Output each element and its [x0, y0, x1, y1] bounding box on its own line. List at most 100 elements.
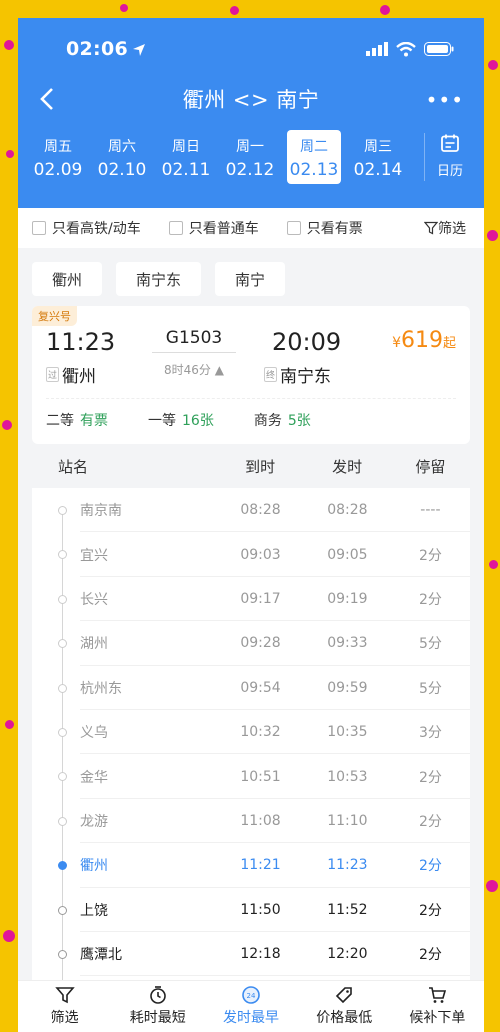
date-tab[interactable]: 周三 02.14 — [346, 130, 410, 184]
depart-time: 11:23 — [46, 328, 116, 356]
filter-high-speed[interactable]: 只看高铁/动车 — [32, 218, 141, 238]
tab-filter[interactable]: 筛选 — [18, 981, 111, 1032]
date-tab-selected[interactable]: 周二 02.13 — [287, 130, 341, 184]
tab-label: 发时最早 — [223, 1010, 279, 1026]
tab-waitlist-order[interactable]: 候补下单 — [391, 981, 484, 1032]
station-chip[interactable]: 南宁 — [215, 262, 286, 296]
more-menu-button[interactable]: ••• — [426, 88, 464, 112]
stop-arrive: 12:18 — [240, 946, 281, 963]
station-chip[interactable]: 衢州 — [32, 262, 103, 296]
train-card[interactable]: 复兴号 11:23 G1503 8时46分 ▲ 20:09 ¥619起 过衢州 … — [32, 306, 470, 444]
train-type-tag: 复兴号 — [32, 306, 77, 326]
weekday-label: 周六 — [108, 139, 136, 155]
stop-duration: 2分 — [418, 813, 442, 830]
stop-depart: 08:28 — [327, 502, 368, 519]
location-arrow-icon — [132, 44, 145, 56]
header-station: 站名 — [58, 457, 89, 476]
title-bar: 衢州 <> 南宁 ••• — [18, 84, 484, 114]
route-node — [58, 949, 67, 959]
stop-duration: 2分 — [418, 591, 442, 608]
table-row: 长兴 09:17 09:19 2分 — [32, 577, 470, 622]
date-label: 02.14 — [353, 160, 403, 180]
stop-duration: 5分 — [418, 636, 442, 653]
table-row: 衢州 11:21 11:23 2分 — [32, 843, 470, 888]
filter-bar: 只看高铁/动车 只看普通车 只看有票 筛选 — [18, 208, 484, 248]
checkbox[interactable] — [32, 221, 46, 235]
duration-text: 8时46分 — [164, 363, 211, 377]
header-stop: 停留 — [415, 457, 446, 476]
date-tab[interactable]: 周六 02.10 — [90, 130, 154, 184]
stop-depart: 09:05 — [327, 546, 368, 563]
decor-dot — [3, 930, 15, 942]
stop-depart: 12:20 — [327, 946, 368, 963]
filter-normal-train[interactable]: 只看普通车 — [168, 218, 259, 238]
checkbox[interactable] — [168, 221, 183, 235]
funnel-icon — [424, 221, 438, 235]
filter-label: 只看普通车 — [188, 221, 259, 237]
date-tab[interactable]: 周五 02.09 — [26, 130, 90, 184]
screen-button[interactable]: 筛选 — [424, 218, 466, 238]
pass-badge: 过 — [46, 367, 60, 382]
svg-text:24: 24 — [247, 992, 256, 1000]
station-chips: 衢州 南宁东 南宁 — [18, 248, 484, 296]
route-node — [58, 506, 67, 515]
tab-lowest-price[interactable]: 价格最低 — [298, 981, 391, 1032]
seat-count: 5张 — [287, 413, 311, 429]
table-row: 杭州东 09:54 09:59 5分 — [32, 666, 470, 710]
calendar-button[interactable]: 日历 — [424, 133, 463, 181]
seat-count: 16张 — [182, 413, 214, 429]
stop-depart: 09:59 — [327, 679, 368, 696]
price-currency: ¥ — [392, 335, 401, 351]
table-row: 鹰潭北 12:18 12:20 2分 — [32, 932, 470, 977]
funnel-icon — [54, 987, 75, 1004]
route-node — [58, 905, 67, 915]
duration[interactable]: 8时46分 ▲ — [148, 361, 240, 378]
seat-count: 有票 — [80, 413, 108, 429]
table-row: 湖州 09:28 09:33 5分 — [32, 621, 470, 666]
station-chip[interactable]: 南宁东 — [116, 262, 202, 296]
tab-shortest-time[interactable]: 耗时最短 — [111, 981, 204, 1032]
tab-earliest-departure[interactable]: 24 发时最早 — [204, 981, 297, 1032]
row-divider — [80, 975, 470, 977]
stop-depart: 11:52 — [327, 901, 368, 918]
battery-icon — [424, 42, 454, 56]
date-label: 02.09 — [33, 160, 83, 180]
tab-label: 候补下单 — [409, 1010, 466, 1026]
train-number: G1503 — [152, 328, 236, 353]
date-label: 02.11 — [161, 160, 211, 180]
stop-duration: ---- — [420, 502, 441, 519]
date-tab[interactable]: 周日 02.11 — [154, 130, 218, 184]
arrive-time: 20:09 — [272, 328, 342, 356]
back-arrow-icon[interactable] — [36, 86, 60, 112]
checkbox[interactable] — [286, 221, 301, 235]
status-time: 02:06 — [66, 38, 146, 60]
table-row: 上饶 11:50 11:52 2分 — [32, 888, 470, 932]
stop-depart: 10:53 — [327, 768, 368, 785]
depart-station-name: 衢州 — [62, 367, 97, 387]
stop-arrive: 11:21 — [240, 857, 281, 874]
screen-label: 筛选 — [438, 221, 466, 237]
weekday-label: 周日 — [172, 139, 200, 155]
stop-arrive: 08:28 — [240, 502, 281, 519]
arrive-station: 终南宁东 — [264, 362, 331, 387]
decor-dot — [5, 720, 14, 729]
filter-available[interactable]: 只看有票 — [286, 218, 363, 238]
weekday-label: 周一 — [236, 139, 264, 155]
expand-arrow-icon: ▲ — [214, 363, 224, 377]
stop-duration: 2分 — [418, 858, 442, 875]
decor-dot — [4, 40, 14, 50]
header-depart: 发时 — [332, 457, 363, 476]
weekday-label: 周二 — [300, 139, 328, 155]
stop-duration: 2分 — [418, 769, 442, 786]
date-label: 02.12 — [225, 160, 275, 180]
route-node — [58, 727, 67, 737]
table-row: 龙游 11:08 11:10 2分 — [32, 799, 470, 844]
stop-duration: 2分 — [418, 547, 442, 564]
phone-screen: 02:06 衢州 <> 南宁 ••• 周五 02.09 周六 02.10 周日 02.… — [18, 18, 484, 1032]
date-selector: 周五 02.09 周六 02.10 周日 02.11 周一 02.12 周二 02.13 … — [26, 128, 484, 186]
date-tab[interactable]: 周一 02.12 — [218, 130, 282, 184]
stop-duration: 2分 — [418, 902, 442, 919]
price-tag-icon — [336, 987, 353, 1004]
status-icons — [366, 41, 454, 57]
table-row: 宜兴 09:03 09:05 2分 — [32, 532, 470, 577]
